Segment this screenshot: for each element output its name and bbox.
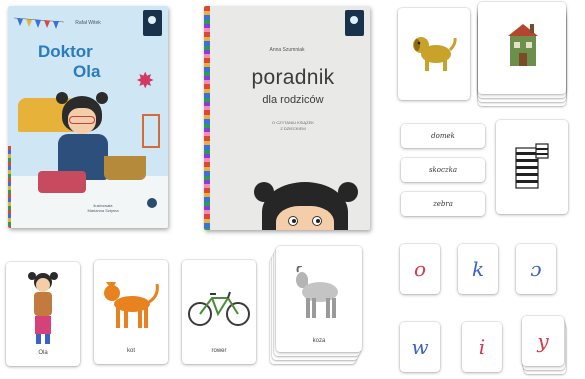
letter-card: ɔ	[516, 244, 556, 294]
star-decoration-icon: ✸	[136, 68, 155, 93]
picture-card-dog	[398, 8, 470, 100]
blanket-illustration	[38, 171, 86, 193]
book-subtitle: O CZYTANIU KSIĄŻEK Z DZIECKIEM	[272, 120, 314, 131]
book-title-line1: poradnik	[251, 66, 335, 89]
picture-card-bike: rower	[182, 260, 256, 364]
book-author: Rafał Witek	[75, 20, 101, 26]
zebra-icon	[515, 143, 549, 189]
word-card-label: domek	[431, 132, 455, 140]
picture-card-caption: rower	[211, 348, 227, 354]
book-spine-stripes	[204, 6, 210, 230]
glasses-icon	[69, 116, 95, 124]
word-card-label: zebra	[433, 200, 453, 208]
book-title-line2: dla rodziców	[262, 94, 324, 106]
letter-card: y	[522, 316, 564, 366]
letter-card-letter: i	[478, 335, 486, 359]
pupil-right	[316, 219, 320, 223]
book-doktor-ola: Rafał Witek Doktor Ola ✸ ilustrowała Mar…	[8, 6, 168, 228]
basket-illustration	[104, 156, 146, 180]
picture-card-caption: kot	[126, 348, 135, 354]
house-icon	[508, 24, 538, 66]
letter-card-letter: k	[471, 257, 485, 281]
picture-card-house	[478, 2, 566, 94]
letter-card: k	[458, 244, 498, 294]
picture-card-girl: Ola	[6, 262, 80, 366]
book-author: Anna Szumniak	[269, 47, 305, 53]
picture-card-zebra	[496, 120, 568, 214]
letter-card: o	[400, 244, 440, 294]
girl-icon	[28, 272, 58, 344]
letter-card-letter: o	[413, 257, 427, 281]
letter-card-letter: w	[411, 335, 429, 359]
book-title-line2: Ola	[73, 62, 101, 81]
bike-icon	[188, 291, 250, 326]
floor	[8, 176, 168, 228]
book-title-line1: Doktor	[38, 42, 93, 61]
picture-card-caption: koza	[312, 338, 326, 344]
chair-illustration	[142, 114, 160, 148]
cat-icon	[104, 282, 159, 328]
word-card-label: skoczka	[428, 166, 458, 174]
illustrator-credit: ilustrowała Marianna Sztyma	[87, 203, 119, 213]
girl-face	[276, 206, 334, 230]
letter-card-letter: y	[537, 329, 549, 353]
publisher-logo	[147, 198, 157, 208]
letter-card: w	[400, 322, 440, 372]
picture-card-cat: kot	[94, 260, 168, 364]
picture-card-caption: Ola	[38, 350, 48, 356]
picture-card-goat: koza	[276, 246, 362, 352]
letter-card: i	[462, 322, 502, 372]
word-card: skoczka	[401, 158, 485, 182]
book-poradnik: Anna Szumniak poradnik dla rodziców O CZ…	[204, 6, 370, 230]
letter-card-letter: ɔ	[530, 257, 542, 281]
word-card: domek	[401, 124, 485, 148]
dog-icon	[413, 37, 457, 71]
pupil-left	[292, 219, 296, 223]
goat-icon	[296, 266, 338, 318]
word-card: zebra	[401, 192, 485, 216]
book-stripe	[8, 146, 11, 228]
series-badge-icon	[350, 16, 358, 24]
